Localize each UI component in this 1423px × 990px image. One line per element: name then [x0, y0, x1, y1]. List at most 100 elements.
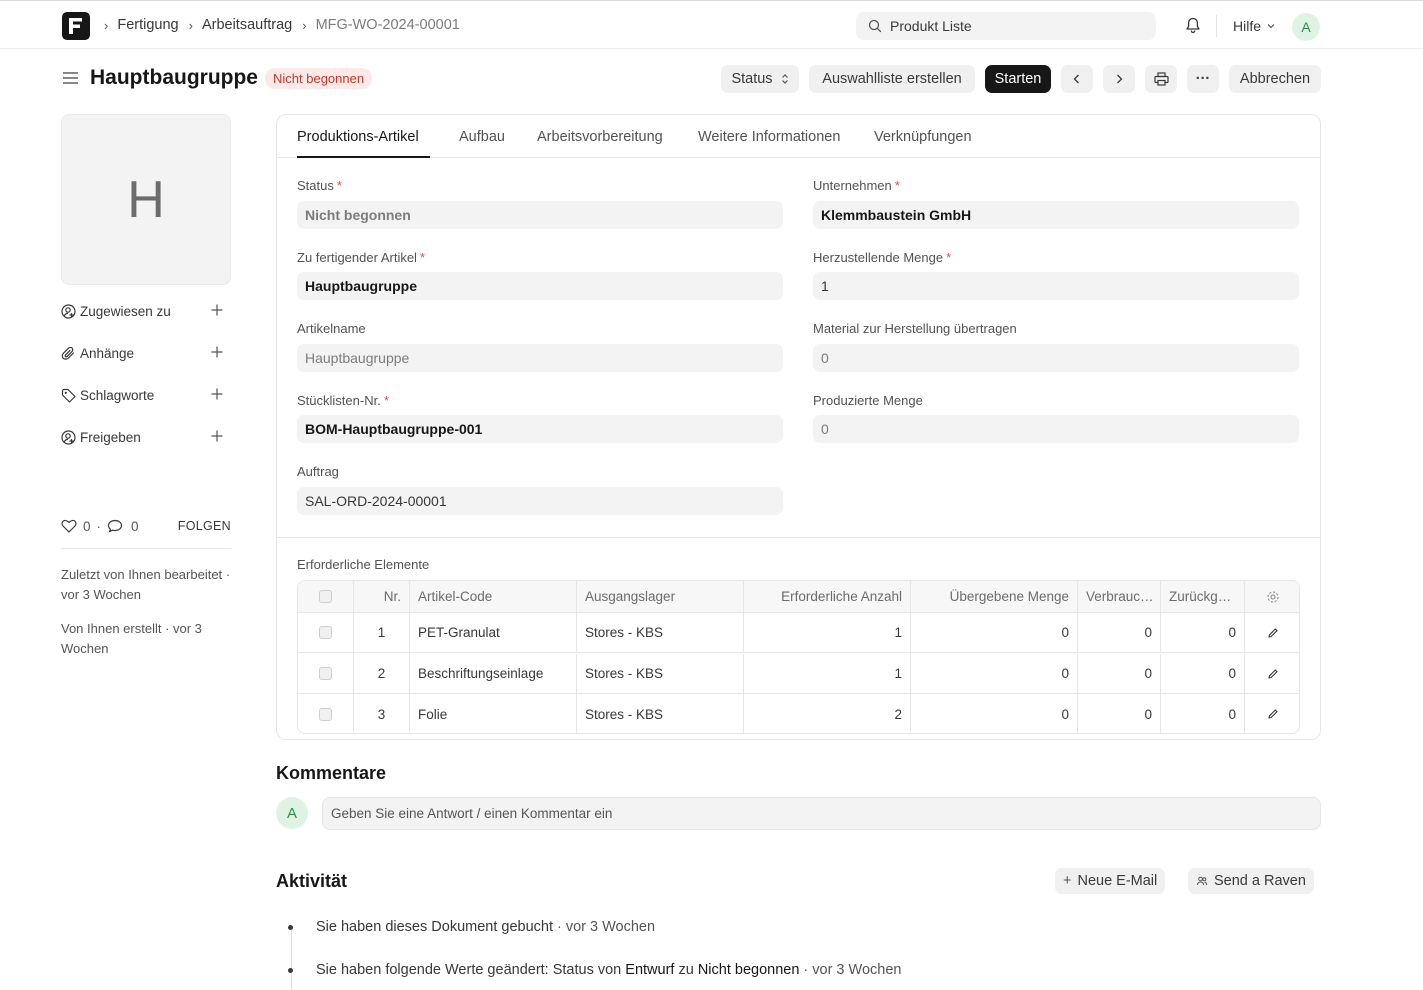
cell-required-qty[interactable]: 1: [744, 613, 911, 652]
item-field[interactable]: Hauptbaugruppe: [297, 272, 783, 300]
status-button[interactable]: Status: [721, 65, 799, 93]
bom-field[interactable]: BOM-Hauptbaugruppe-001: [297, 415, 783, 443]
help-label: Hilfe: [1233, 18, 1262, 34]
share-user-icon: [61, 429, 76, 445]
tab-weitere-informationen[interactable]: Weitere Informationen: [698, 129, 840, 145]
cell-consumed[interactable]: 0: [1078, 654, 1161, 693]
cell-warehouse[interactable]: Stores - KBS: [577, 694, 744, 733]
col-returned: Zurückg…: [1161, 581, 1245, 612]
page-title: Hauptbaugruppe: [90, 66, 258, 89]
notification-bell-icon[interactable]: [1185, 17, 1201, 37]
label-text: Status: [297, 178, 334, 193]
next-record-button[interactable]: [1103, 65, 1135, 93]
sidebar-item-share[interactable]: Freigeben: [61, 427, 231, 447]
tab-aufbau[interactable]: Aufbau: [459, 129, 505, 145]
required-items-table: Nr. Artikel-Code Ausgangslager Erforderl…: [297, 580, 1300, 734]
user-avatar[interactable]: A: [1292, 13, 1320, 41]
pencil-icon[interactable]: [1267, 708, 1279, 720]
breadcrumb-arbeitsauftrag[interactable]: Arbeitsauftrag: [202, 17, 292, 33]
send-raven-button[interactable]: Send a Raven: [1188, 868, 1314, 894]
label-text: Unternehmen: [813, 178, 892, 193]
cell-returned[interactable]: 0: [1161, 694, 1245, 733]
help-dropdown[interactable]: Hilfe: [1233, 18, 1276, 34]
printer-icon: [1153, 72, 1169, 86]
company-field[interactable]: Klemmbaustein GmbH: [813, 201, 1299, 229]
sidebar-item-attachments[interactable]: Anhänge: [61, 343, 231, 363]
cell-required-qty[interactable]: 1: [744, 654, 911, 693]
table-row[interactable]: 3 Folie Stores - KBS 2 0 0 0: [298, 694, 1299, 733]
item-name-label: Artikelname: [297, 321, 366, 336]
cell-consumed[interactable]: 0: [1078, 694, 1161, 733]
cell-transferred-qty[interactable]: 0: [911, 694, 1078, 733]
cell-item-code[interactable]: PET-Granulat: [410, 613, 577, 652]
plus-icon[interactable]: [210, 303, 224, 317]
print-button[interactable]: [1145, 65, 1177, 93]
sales-order-field[interactable]: SAL-ORD-2024-00001: [297, 487, 783, 515]
pencil-icon[interactable]: [1267, 627, 1279, 639]
image-placeholder[interactable]: H: [61, 114, 231, 285]
cell-warehouse[interactable]: Stores - KBS: [577, 613, 744, 652]
qty-field[interactable]: 1: [813, 272, 1299, 300]
cell-transferred-qty[interactable]: 0: [911, 613, 1078, 652]
produced-qty-label: Produzierte Menge: [813, 393, 923, 408]
pick-list-button[interactable]: Auswahlliste erstellen: [809, 65, 975, 93]
row-select-cell: [298, 654, 354, 693]
cell-item-code[interactable]: Beschriftungseinlage: [410, 654, 577, 693]
sidebar-item-label: Zugewiesen zu: [80, 303, 171, 319]
table-row[interactable]: 1 PET-Granulat Stores - KBS 1 0 0 0: [298, 613, 1299, 653]
sidebar-item-tags[interactable]: Schlagworte: [61, 385, 231, 405]
plus-icon[interactable]: [210, 345, 224, 359]
user-plus-icon: [61, 303, 76, 319]
sidebar-item-label: Freigeben: [80, 429, 141, 445]
row-checkbox[interactable]: [319, 707, 332, 721]
row-checkbox[interactable]: [319, 626, 332, 639]
cancel-button[interactable]: Abbrechen: [1229, 65, 1321, 93]
pencil-icon[interactable]: [1267, 668, 1279, 680]
comment-icon[interactable]: [107, 519, 123, 533]
cell-returned[interactable]: 0: [1161, 654, 1245, 693]
search-input[interactable]: Produkt Liste: [890, 18, 972, 34]
chevron-right-icon: ›: [302, 17, 307, 33]
material-transferred-field: 0: [813, 344, 1299, 372]
plus-icon[interactable]: [210, 429, 224, 443]
tab-produktions-artikel[interactable]: Produktions-Artikel: [297, 129, 419, 145]
more-actions-button[interactable]: ···: [1187, 65, 1219, 93]
tab-verknuepfungen[interactable]: Verknüpfungen: [874, 129, 972, 145]
active-tab-indicator: [297, 156, 430, 158]
heart-icon[interactable]: [61, 519, 77, 533]
comments-heading: Kommentare: [276, 763, 387, 783]
sort-updown-icon: [781, 74, 788, 84]
created-note: Von Ihnen erstellt · vor 3 Wochen: [61, 621, 202, 656]
cell-returned[interactable]: 0: [1161, 613, 1245, 652]
new-email-label: Neue E-Mail: [1077, 873, 1158, 889]
new-email-button[interactable]: + Neue E-Mail: [1055, 868, 1166, 894]
cell-consumed[interactable]: 0: [1078, 613, 1161, 652]
cell-required-qty[interactable]: 2: [744, 694, 911, 733]
breadcrumb-current[interactable]: MFG-WO-2024-00001: [316, 17, 460, 33]
col-required-qty: Erforderliche Anzahl: [744, 581, 911, 612]
app-logo[interactable]: [62, 12, 90, 40]
start-button[interactable]: Starten: [985, 65, 1051, 93]
gear-icon[interactable]: [1266, 590, 1280, 604]
sidebar-item-assigned[interactable]: Zugewiesen zu: [61, 301, 231, 321]
row-checkbox[interactable]: [319, 667, 332, 680]
row-select-cell: [298, 694, 354, 733]
sidebar-toggle-icon[interactable]: [63, 71, 78, 88]
tab-arbeitsvorbereitung[interactable]: Arbeitsvorbereitung: [537, 129, 663, 145]
row-edit-cell: [1245, 613, 1299, 652]
previous-record-button[interactable]: [1061, 65, 1093, 93]
cell-item-code[interactable]: Folie: [410, 694, 577, 733]
search-bar[interactable]: Produkt Liste: [856, 12, 1156, 40]
follow-button[interactable]: FOLGEN: [178, 519, 231, 533]
plus-icon[interactable]: [210, 387, 224, 401]
breadcrumb-fertigung[interactable]: Fertigung: [117, 17, 178, 33]
cell-transferred-qty[interactable]: 0: [911, 654, 1078, 693]
required-marker: *: [336, 178, 342, 193]
column-settings-cell: [1245, 581, 1299, 612]
activity-text: zu: [674, 962, 698, 978]
engagement-stats: 0 · 0 FOLGEN: [61, 516, 231, 536]
cell-warehouse[interactable]: Stores - KBS: [577, 654, 744, 693]
select-all-checkbox[interactable]: [319, 590, 332, 603]
table-row[interactable]: 2 Beschriftungseinlage Stores - KBS 1 0 …: [298, 654, 1299, 694]
comment-input[interactable]: Geben Sie eine Antwort / einen Kommentar…: [322, 797, 1321, 830]
